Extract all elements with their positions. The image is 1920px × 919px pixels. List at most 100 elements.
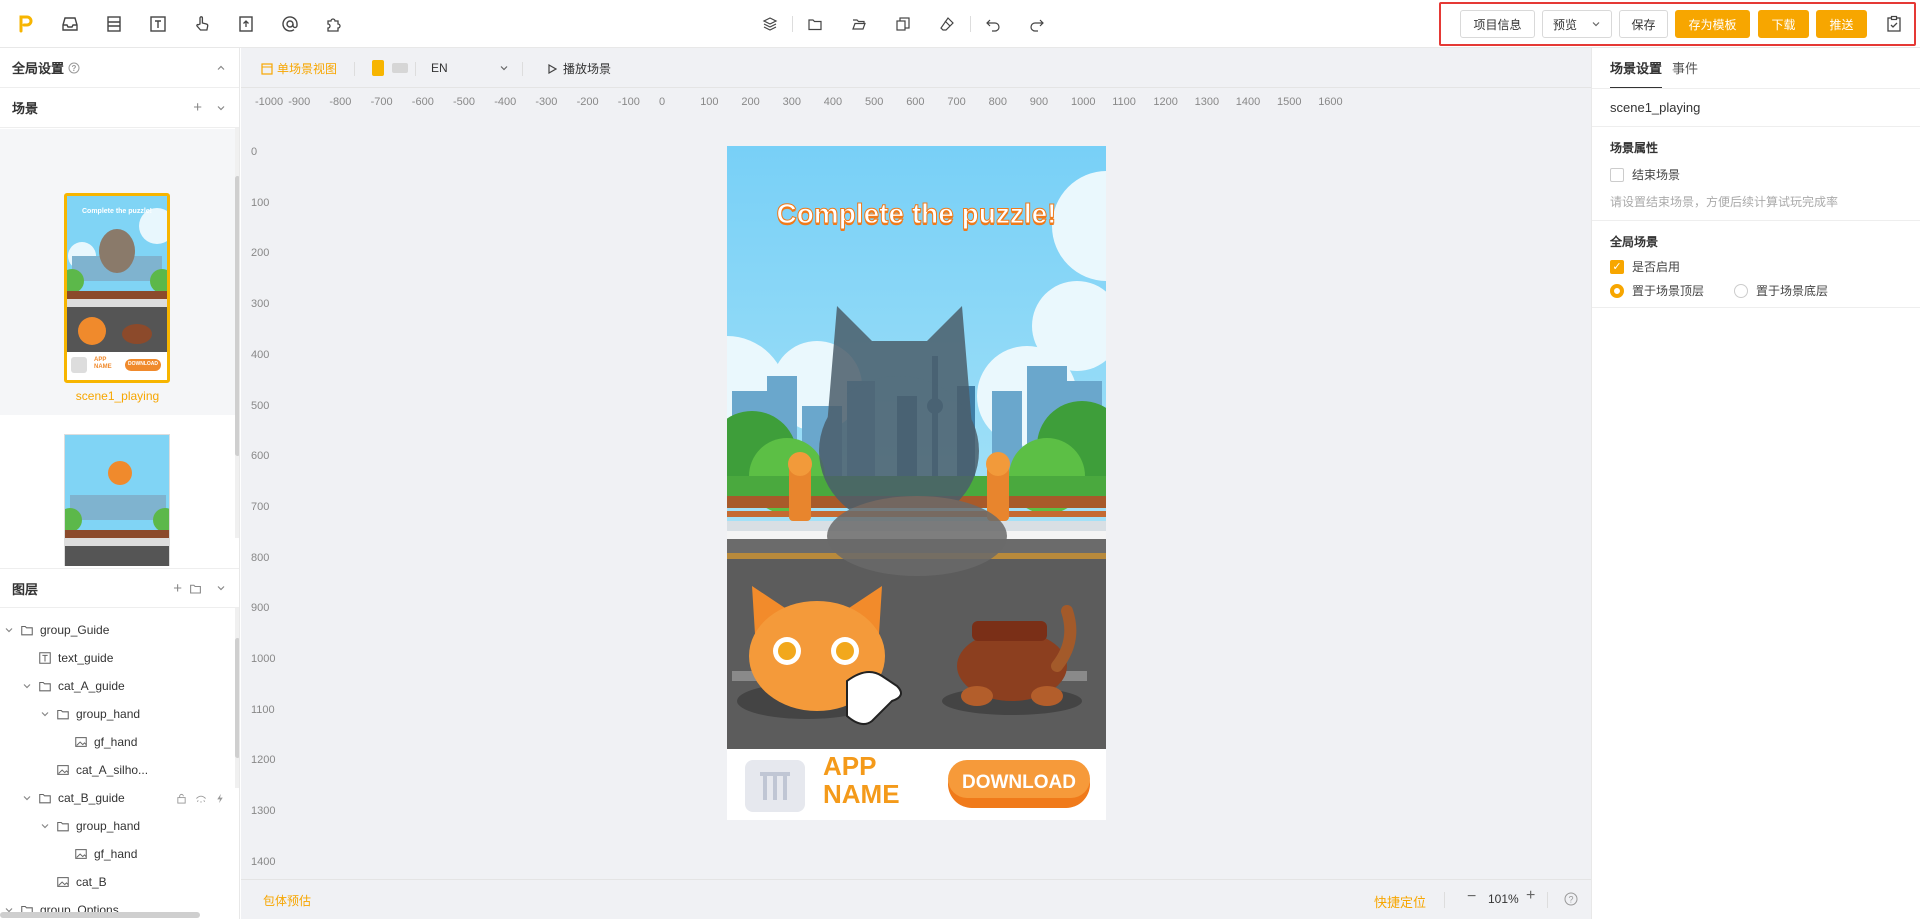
layer-item[interactable]: group_hand	[0, 700, 235, 728]
layer-name: group_hand	[76, 707, 141, 721]
hand-icon[interactable]	[190, 12, 214, 36]
place-bottom-radio-row[interactable]: 置于场景底层	[1734, 282, 1828, 299]
layers-icon[interactable]	[758, 12, 782, 36]
scene-thumbnail[interactable]: Complete the puzzle! APP NAME DOWNLOAD	[64, 193, 170, 383]
collapse-icon[interactable]	[216, 63, 226, 73]
scene-name-field[interactable]: scene1_playing	[1610, 100, 1700, 115]
layer-name: group_Guide	[40, 623, 110, 637]
tab-scene-settings[interactable]: 场景设置	[1610, 58, 1663, 89]
layer-item[interactable]: cat_A_guide	[0, 672, 235, 700]
place-bottom-radio[interactable]	[1734, 283, 1748, 298]
image-icon	[74, 735, 88, 749]
global-scene-title: 全局场景	[1610, 235, 1659, 249]
ruler-tick-label: 1200	[1153, 96, 1178, 108]
ruler-tick-label: 700	[947, 96, 966, 108]
package-estimate-link[interactable]: 包体预估	[263, 892, 311, 909]
zoom-in-icon[interactable]: +	[1526, 887, 1535, 905]
artboard[interactable]: Complete the puzzle! APP NAME DOWNLOAD	[727, 146, 1106, 820]
end-scene-checkbox[interactable]	[1610, 167, 1624, 182]
eraser-icon[interactable]	[935, 12, 959, 36]
horizontal-scrollbar[interactable]	[0, 912, 200, 918]
place-top-radio[interactable]	[1610, 283, 1624, 298]
enabled-checkbox[interactable]: ✓	[1610, 259, 1624, 274]
clipboard-check-icon[interactable]	[1882, 12, 1906, 36]
inbox-icon[interactable]	[58, 12, 82, 36]
view-mode-toggle[interactable]: 单场景视图	[261, 60, 337, 77]
chevron-down-icon[interactable]	[4, 625, 16, 635]
tab-events[interactable]: 事件	[1672, 58, 1698, 77]
copy-icon[interactable]	[891, 12, 915, 36]
chevron-down-icon[interactable]	[216, 583, 226, 593]
layer-item[interactable]: gf_hand	[0, 840, 235, 868]
project-info-button[interactable]: 项目信息	[1460, 10, 1535, 38]
save-button[interactable]: 保存	[1619, 10, 1668, 38]
zoom-out-icon[interactable]: −	[1467, 888, 1476, 906]
lock-icon[interactable]	[176, 793, 187, 804]
place-top-radio-row[interactable]: 置于场景顶层	[1610, 282, 1704, 299]
end-scene-hint: 请设置结束场景，方便后续计算试玩完成率	[1610, 195, 1839, 209]
right-panel: 场景设置 事件 scene1_playing 场景属性 结束场景 请设置结束场景…	[1591, 48, 1920, 919]
add-layer-icon[interactable]: +	[173, 580, 182, 597]
download-button[interactable]: 下载	[1758, 10, 1809, 38]
layer-item[interactable]: group_hand	[0, 812, 235, 840]
upload-file-icon[interactable]	[234, 12, 258, 36]
save-template-button[interactable]: 存为模板	[1675, 10, 1750, 38]
ruler-tick-label: -800	[329, 96, 352, 108]
add-scene-icon[interactable]: +	[193, 99, 202, 116]
color-swatch-active[interactable]	[372, 60, 384, 76]
plugin-icon[interactable]	[322, 12, 346, 36]
folder-open-icon[interactable]	[847, 12, 871, 36]
place-bottom-label: 置于场景底层	[1756, 284, 1829, 298]
left-panel: 全局设置 ? 场景 + Complete the puzzle! APP NAM…	[0, 48, 240, 919]
layer-item[interactable]: gf_hand	[0, 728, 235, 756]
layer-name: cat_A_silho...	[76, 763, 149, 777]
layer-item[interactable]: cat_B	[0, 868, 235, 896]
layer-item[interactable]: cat_A_silho...	[0, 756, 235, 784]
scene-item-selected[interactable]: Complete the puzzle! APP NAME DOWNLOAD sc…	[0, 129, 235, 415]
help-icon[interactable]: ?	[1564, 892, 1578, 906]
help-icon[interactable]: ?	[68, 62, 80, 74]
layer-item[interactable]: text_guide	[0, 644, 235, 672]
top-toolbar: 项目信息 预览 保存 存为模板 下载 推送	[0, 0, 1920, 48]
game-scene-image	[727, 146, 1106, 820]
quick-locate-button[interactable]: 快捷定位	[1374, 892, 1426, 911]
ruler-tick-label: -500	[453, 96, 476, 108]
thumb-app-name: APP NAME	[94, 357, 112, 371]
canvas-toolbar: 单场景视图 EN 播放场景	[241, 48, 1591, 88]
chevron-down-icon[interactable]	[40, 709, 52, 719]
scenes-title: 场景	[12, 101, 39, 116]
at-icon[interactable]	[278, 12, 302, 36]
text-icon[interactable]	[146, 12, 170, 36]
chevron-down-icon[interactable]	[40, 821, 52, 831]
puzzle-title[interactable]: Complete the puzzle!	[727, 198, 1106, 230]
lightning-icon[interactable]	[215, 793, 225, 804]
global-settings-header[interactable]: 全局设置 ?	[0, 48, 239, 88]
scene-item[interactable]	[0, 416, 235, 566]
app-name-text[interactable]: APP NAME	[823, 752, 900, 808]
chevron-down-icon[interactable]	[216, 103, 226, 113]
ruler-tick-label: 100	[700, 96, 719, 108]
redo-icon[interactable]	[1025, 12, 1049, 36]
chevron-down-icon[interactable]	[22, 793, 34, 803]
language-select[interactable]: EN	[425, 56, 515, 80]
chevron-down-icon[interactable]	[22, 681, 34, 691]
layer-item[interactable]: group_Guide	[0, 616, 235, 644]
brand-logo-icon[interactable]	[14, 12, 38, 36]
ruler-tick-label: 900	[1029, 96, 1049, 108]
scene-thumbnail[interactable]	[64, 434, 170, 566]
undo-icon[interactable]	[981, 12, 1005, 36]
layer-item[interactable]: cat_B_guide	[0, 784, 235, 812]
end-scene-checkbox-row[interactable]: 结束场景	[1610, 166, 1680, 183]
preview-dropdown[interactable]: 预览	[1542, 10, 1612, 38]
push-button[interactable]: 推送	[1816, 10, 1867, 38]
download-cta-button[interactable]: DOWNLOAD	[948, 772, 1090, 794]
end-scene-label: 结束场景	[1632, 168, 1681, 182]
folder-icon[interactable]	[803, 12, 827, 36]
play-scene-button[interactable]: 播放场景	[547, 60, 611, 77]
layout-icon[interactable]	[102, 12, 126, 36]
eye-off-icon[interactable]	[195, 793, 207, 804]
add-folder-icon[interactable]	[189, 582, 202, 595]
enabled-checkbox-row[interactable]: ✓ 是否启用	[1610, 258, 1680, 275]
app-name-line1: APP	[823, 751, 877, 781]
color-swatch[interactable]	[392, 63, 408, 73]
